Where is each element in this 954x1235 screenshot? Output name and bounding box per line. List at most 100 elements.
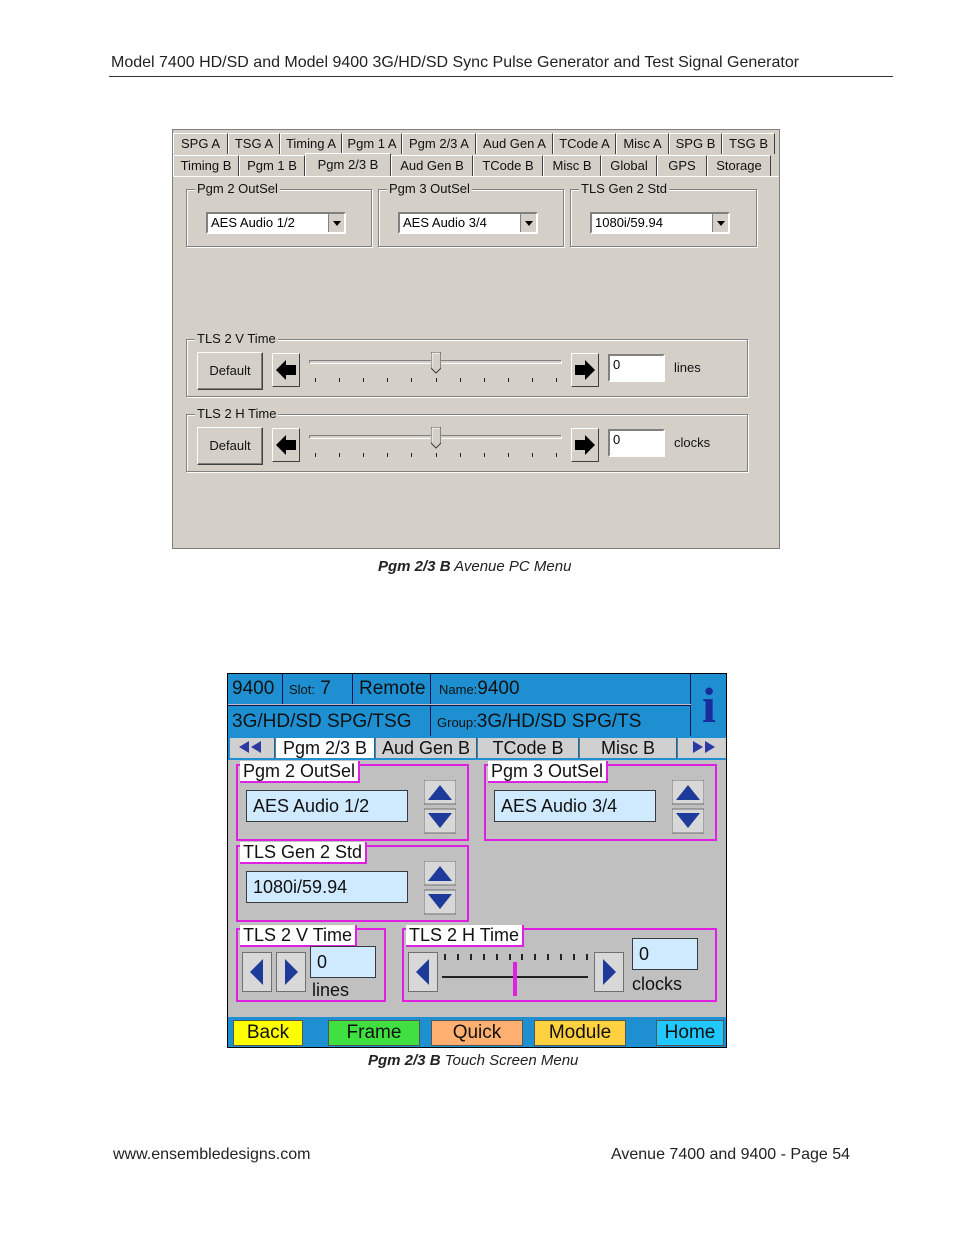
ts-slot: Slot: 7: [283, 674, 353, 704]
pc-tab-audgen-a[interactable]: Aud Gen A: [476, 133, 553, 154]
footer-page-number: Avenue 7400 and 9400 - Page 54: [611, 1146, 851, 1163]
ts-pgm3-outsel-field[interactable]: AES Audio 3/4: [494, 790, 656, 822]
slider-tick: [459, 378, 461, 382]
pc-tls2-h-time-label: TLS 2 H Time: [195, 406, 279, 421]
pc-tab-storage[interactable]: Storage: [707, 155, 771, 176]
pc-tls2-v-decrement-button[interactable]: [272, 353, 300, 387]
slider-tick: [556, 378, 557, 382]
pc-tls2-h-default-button[interactable]: Default: [197, 427, 263, 465]
pc-tab-row-1: SPG A TSG A Timing A Pgm 1 A Pgm 2/3 A A…: [173, 133, 775, 154]
slider-tick: [387, 378, 389, 382]
ts-model: 9400: [228, 674, 283, 704]
chevron-down-icon[interactable]: [520, 214, 536, 232]
ts-type: 3G/HD/SD SPG/TSG: [228, 705, 431, 736]
ts-tls-gen2-std-label: TLS Gen 2 Std: [240, 842, 368, 864]
pc-tls2-h-slider-thumb[interactable]: [430, 427, 441, 449]
pc-pgm3-outsel-label: Pgm 3 OutSel: [387, 181, 472, 196]
pc-tab-gps[interactable]: GPS: [657, 155, 707, 176]
slider-tick: [411, 378, 413, 382]
ts-tls2-h-decrement-button[interactable]: [408, 952, 438, 992]
slider-tick: [521, 954, 524, 960]
avenue-pc-menu: SPG A TSG A Timing A Pgm 1 A Pgm 2/3 A A…: [172, 129, 780, 549]
slider-tick: [339, 453, 341, 457]
ts-tls-gen2-updown-buttons[interactable]: [424, 861, 456, 915]
arrow-right-icon: [575, 360, 595, 380]
chevron-down-icon[interactable]: [712, 214, 728, 232]
quick-button[interactable]: Quick: [431, 1020, 523, 1046]
pc-tls2-v-default-button[interactable]: Default: [197, 352, 263, 390]
pc-tab-global[interactable]: Global: [601, 155, 657, 176]
pc-tab-tcode-a[interactable]: TCode A: [553, 133, 616, 154]
pc-tab-spg-b[interactable]: SPG B: [669, 133, 722, 154]
pc-tab-tcode-b[interactable]: TCode B: [473, 155, 543, 176]
pc-tab-pgm1-a[interactable]: Pgm 1 A: [342, 133, 402, 154]
pc-pgm3-outsel-value: AES Audio 3/4: [403, 215, 487, 230]
home-button[interactable]: Home: [656, 1020, 724, 1046]
ts-tab-misc-b[interactable]: Misc B: [580, 738, 677, 758]
ts-tab-prev-button[interactable]: [230, 738, 275, 758]
pc-tab-misc-b[interactable]: Misc B: [543, 155, 601, 176]
ts-group: Group:3G/HD/SD SPG/TS: [431, 705, 691, 736]
touch-screen-menu: 9400 Slot: 7 Remote Name:9400 3G/HD/SD S…: [227, 673, 727, 1048]
slider-tick: [363, 453, 365, 457]
pc-pgm3-outsel-select[interactable]: AES Audio 3/4: [398, 212, 538, 234]
ts-pgm2-outsel-field[interactable]: AES Audio 1/2: [246, 790, 408, 822]
pc-tab-pgm23-b[interactable]: Pgm 2/3 B: [305, 153, 391, 176]
info-icon[interactable]: i: [691, 674, 726, 736]
ts-pgm2-updown-buttons[interactable]: [424, 780, 456, 834]
ts-tls-gen2-std-field[interactable]: 1080i/59.94: [246, 871, 408, 903]
pc-tls2-h-increment-button[interactable]: [571, 428, 599, 462]
touch-menu-caption: Pgm 2/3 B Touch Screen Menu: [368, 1052, 578, 1069]
pc-tab-pgm1-b[interactable]: Pgm 1 B: [239, 155, 305, 176]
ts-slot-label: Slot:: [289, 682, 316, 697]
pc-tab-tsg-b[interactable]: TSG B: [722, 133, 775, 154]
slider-tick: [444, 954, 446, 960]
arrow-right-icon: [575, 435, 595, 455]
slider-tick: [508, 954, 511, 960]
touch-caption-rest: Touch Screen Menu: [440, 1052, 579, 1069]
pc-tls2-v-slider-thumb[interactable]: [430, 352, 441, 374]
footer-website[interactable]: www.ensembledesigns.com: [113, 1146, 310, 1164]
slider-tick: [586, 954, 588, 960]
pc-tls-gen2-std-select[interactable]: 1080i/59.94: [590, 212, 730, 234]
pc-tls2-v-value-input[interactable]: 0: [608, 354, 665, 382]
pc-pgm2-outsel-select[interactable]: AES Audio 1/2: [206, 212, 346, 234]
ts-slot-value: 7: [320, 678, 331, 699]
pc-tab-misc-a[interactable]: Misc A: [616, 133, 669, 154]
pc-tls2-h-decrement-button[interactable]: [272, 428, 300, 462]
chevron-down-icon[interactable]: [328, 214, 344, 232]
ts-group-pgm3-outsel: Pgm 3 OutSel AES Audio 3/4: [484, 761, 717, 841]
pc-tls2-h-value-input[interactable]: 0: [608, 429, 665, 457]
ts-tls2-h-value-field[interactable]: 0: [632, 938, 698, 970]
pc-tab-pgm23-a[interactable]: Pgm 2/3 A: [402, 133, 476, 154]
triangle-left-icon: [416, 959, 429, 985]
pc-tab-tsg-a[interactable]: TSG A: [228, 133, 280, 154]
slider-tick: [483, 453, 485, 457]
arrow-left-icon: [276, 435, 296, 455]
pc-tls-gen2-std-value: 1080i/59.94: [595, 215, 663, 230]
ts-pgm3-updown-buttons[interactable]: [672, 780, 704, 834]
ts-tab-tcode-b[interactable]: TCode B: [478, 738, 579, 758]
pc-tab-timing-a[interactable]: Timing A: [280, 133, 342, 154]
ts-tab-next-button[interactable]: [678, 738, 726, 758]
slider-tick: [507, 453, 509, 457]
ts-tls2-v-unit: lines: [312, 980, 350, 1000]
slider-tick: [556, 453, 557, 457]
ts-tls2-v-decrement-button[interactable]: [242, 952, 272, 992]
ts-tls2-h-increment-button[interactable]: [594, 952, 624, 992]
pc-tls2-v-increment-button[interactable]: [571, 353, 599, 387]
ts-tls2-h-slider-thumb[interactable]: [513, 962, 517, 996]
ts-tab-pgm23-b[interactable]: Pgm 2/3 B: [276, 738, 375, 758]
ts-tab-audgen-b[interactable]: Aud Gen B: [376, 738, 477, 758]
ts-tls2-h-slider[interactable]: [442, 950, 588, 996]
back-button[interactable]: Back: [233, 1020, 303, 1046]
ts-tls2-v-increment-button[interactable]: [276, 952, 306, 992]
module-button[interactable]: Module: [534, 1020, 626, 1046]
pc-tab-timing-b[interactable]: Timing B: [173, 155, 239, 176]
pc-tls2-v-unit: lines: [674, 360, 701, 375]
double-chevron-right-icon: [693, 741, 715, 753]
ts-tls2-v-value-field[interactable]: 0: [310, 946, 376, 978]
pc-tab-audgen-b[interactable]: Aud Gen B: [391, 155, 473, 176]
pc-tab-spg-a[interactable]: SPG A: [173, 133, 228, 154]
frame-button[interactable]: Frame: [328, 1020, 420, 1046]
